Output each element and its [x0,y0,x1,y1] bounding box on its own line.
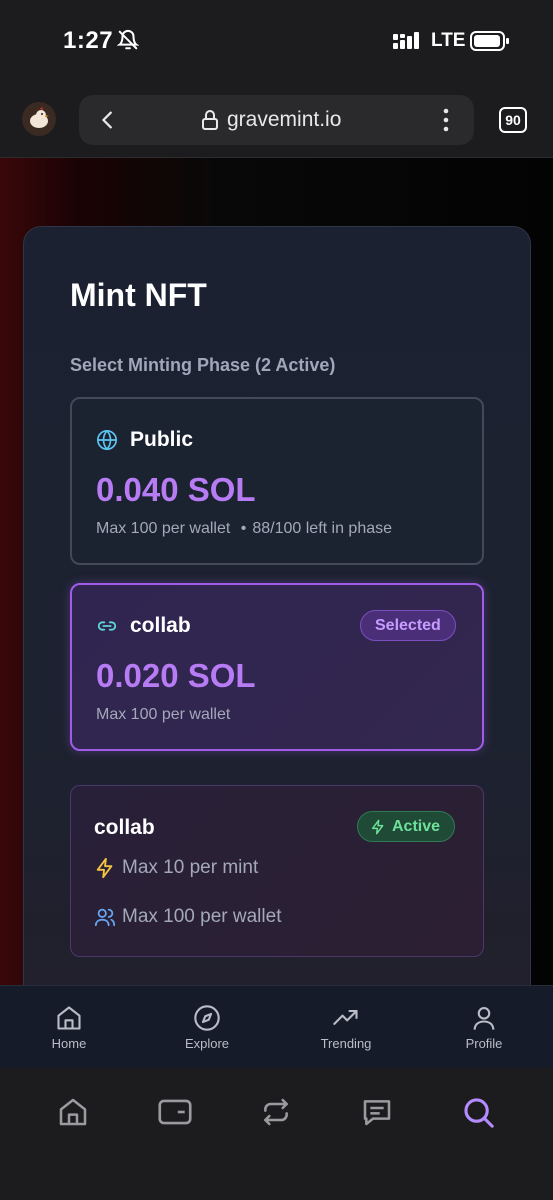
wallet-limit: Max 100 per wallet [96,706,231,723]
browser-search-button[interactable] [458,1092,498,1132]
back-chevron-icon[interactable] [97,109,119,136]
selected-badge: Selected [360,610,456,641]
site-favicon[interactable] [22,102,56,136]
active-badge: Active [357,811,456,842]
lightning-icon [371,819,384,834]
nav-profile[interactable]: Profile [434,986,534,1069]
home-icon [59,1098,87,1126]
phase-section-label: Select Minting Phase (2 Active) [70,355,336,375]
browser-address-bar: gravemint.io 90 [0,80,553,158]
detail-phase-name: collab [94,816,155,839]
compass-icon [194,1005,220,1031]
url-text[interactable]: gravemint.io [227,108,341,132]
nav-explore[interactable]: Explore [157,986,257,1069]
phase-price: 0.040 SOL [96,471,256,508]
page-content: Mint NFT Select Minting Phase (2 Active)… [0,158,553,985]
phase-meta: Max 100 per wallet • 88/100 left in phase [96,520,392,538]
browser-toolbar [0,1068,553,1200]
per-wallet-row: Max 100 per wallet [94,906,281,928]
status-bar: 1:27 LTE [0,0,553,80]
lightning-icon [96,857,113,879]
lock-icon [200,109,220,136]
nav-trending[interactable]: Trending [296,986,396,1069]
network-type: LTE [431,30,466,51]
mint-card: Mint NFT Select Minting Phase (2 Active)… [23,226,531,985]
phase-option-public[interactable]: Public 0.040 SOL Max 100 per wallet • 88/… [70,397,484,565]
phase-detail-panel: collab Active Max 10 per mint Max 100 pe… [70,785,484,957]
nav-label: Home [51,1036,87,1051]
trending-icon [333,1009,358,1025]
browser-home-button[interactable] [53,1092,93,1132]
user-icon [473,1007,495,1030]
more-vertical-icon[interactable] [441,107,451,138]
chat-icon [363,1100,391,1126]
browser-chat-button[interactable] [357,1092,397,1132]
nav-label: Profile [465,1036,503,1051]
active-badge-label: Active [392,817,441,835]
nav-home[interactable]: Home [19,986,119,1069]
per-wallet-text: Max 100 per wallet [122,906,282,927]
status-time: 1:27 [63,27,114,54]
wallet-icon [158,1099,192,1125]
phase-option-collab[interactable]: collab Selected 0.020 SOL Max 100 per wa… [70,583,484,751]
wallet-limit: Max 100 per wallet [96,520,231,537]
per-mint-text: Max 10 per mint [122,857,259,878]
remaining-count: 88/100 left in phase [252,520,393,537]
app-bottom-nav: Home Explore Trending Profile [0,985,553,1068]
page-title: Mint NFT [70,277,207,313]
chicken-icon [30,107,49,128]
tab-count-button[interactable]: 90 [499,107,527,133]
battery-icon [470,31,510,56]
users-icon [94,908,116,927]
bell-muted-icon [116,29,140,56]
nav-label: Explore [184,1036,230,1051]
phase-price: 0.020 SOL [96,657,256,694]
cell-signal-icon [393,31,423,56]
per-mint-row: Max 10 per mint [94,856,258,880]
browser-swap-button[interactable] [256,1092,296,1132]
browser-wallet-button[interactable] [155,1092,195,1132]
search-icon [464,1098,494,1128]
phase-name: collab [130,614,191,637]
url-field[interactable]: gravemint.io [79,95,474,145]
globe-icon [96,429,118,456]
phase-name: Public [130,428,194,451]
link-icon [96,615,118,642]
swap-icon [264,1098,288,1126]
separator-dot: • [240,520,247,537]
nav-label: Trending [320,1036,372,1051]
home-icon [57,1006,81,1030]
